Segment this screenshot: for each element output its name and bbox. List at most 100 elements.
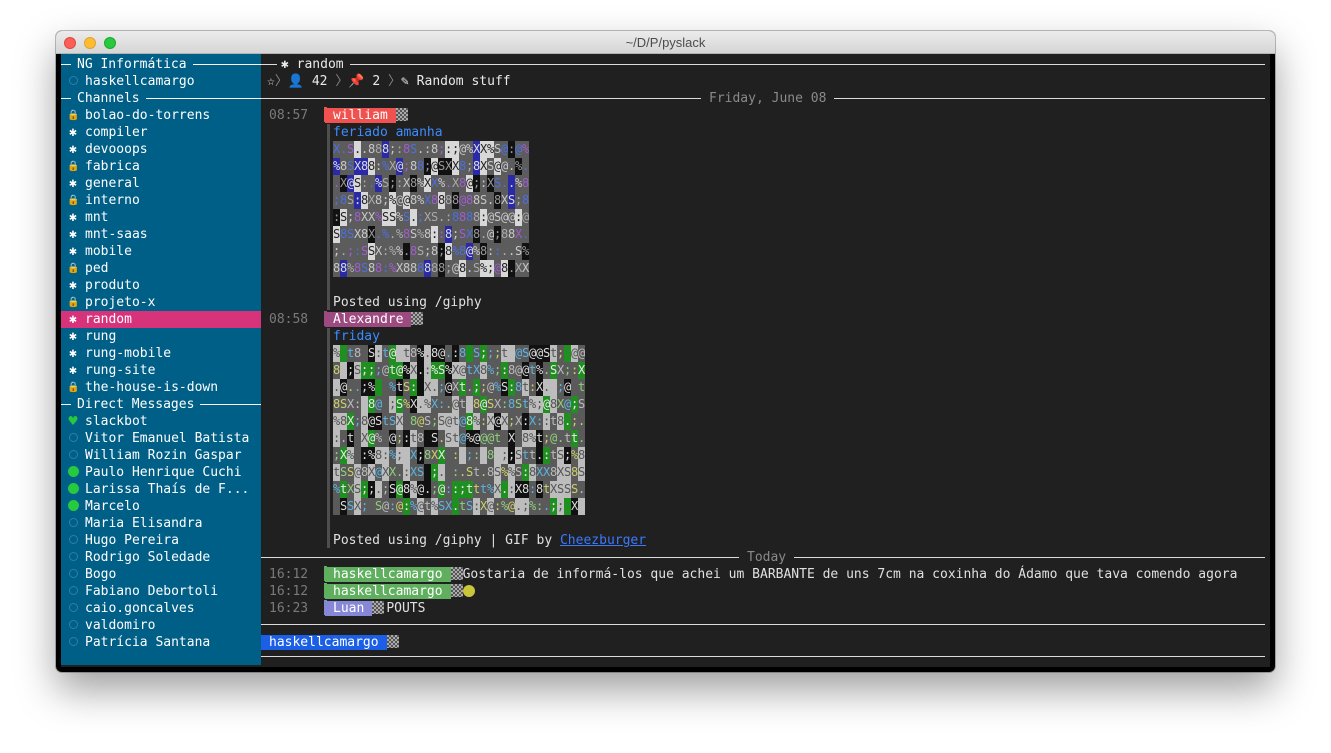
sidebar-item-produto[interactable]: ✱ produto: [61, 277, 261, 294]
channel-title: ✱ random: [277, 56, 350, 73]
dm-item[interactable]: Maria Elisandra: [61, 515, 261, 532]
dm-item[interactable]: Hugo Pereira: [61, 532, 261, 549]
message-author[interactable]: haskellcamargo: [325, 584, 451, 599]
dm-item-label: Larissa Thaís de F...: [85, 482, 250, 497]
dm-header: Direct Messages: [61, 396, 261, 413]
message-time: 16:12: [269, 567, 309, 582]
sidebar-item-bolao-do-torrens[interactable]: 🔒 bolao-do-torrens: [61, 107, 261, 124]
attachment-title[interactable]: feriado amanha: [333, 124, 443, 141]
team-header: NG Informática: [61, 56, 261, 73]
user-icon: 👤: [287, 74, 305, 89]
sidebar-item-mnt-saas[interactable]: ✱ mnt-saas: [61, 226, 261, 243]
dm-item[interactable]: Fabiano Debortoli: [61, 583, 261, 600]
dm-item-label: Patrícia Santana: [85, 635, 211, 650]
sidebar-item-compiler[interactable]: ✱ compiler: [61, 124, 261, 141]
dm-item[interactable]: Larissa Thaís de F...: [61, 481, 261, 498]
dm-item[interactable]: Vitor Emanuel Batista: [61, 430, 261, 447]
message-author-tag[interactable]: william: [325, 107, 408, 124]
gear-icon: ✱: [69, 125, 77, 140]
sidebar-item-rung-mobile[interactable]: ✱ rung-mobile: [61, 345, 261, 362]
presence-icon: [67, 549, 79, 566]
channel-topic: Random stuff: [416, 74, 511, 89]
sidebar-item-mnt[interactable]: ✱ mnt: [61, 209, 261, 226]
gear-icon: ✱: [69, 176, 77, 191]
avatar: [450, 567, 463, 580]
team-name: NG Informática: [71, 56, 193, 73]
input-top-rule: [261, 624, 1265, 625]
gif-source-link[interactable]: Cheezburger: [560, 533, 646, 548]
sidebar-item-label: devooops: [85, 142, 148, 157]
dm-item[interactable]: ♥ slackbot: [61, 413, 261, 430]
sidebar-item-label: rung-mobile: [85, 346, 172, 361]
lock-icon: 🔒: [67, 195, 80, 206]
sidebar-item-mobile[interactable]: ✱ mobile: [61, 243, 261, 260]
message-row: Luan POUTS: [325, 600, 425, 617]
sidebar-item-label: ped: [85, 261, 109, 276]
dm-item-label: Bogo: [85, 567, 117, 582]
sidebar-item-label: mobile: [85, 244, 132, 259]
gear-icon: ✱: [69, 227, 77, 242]
pencil-icon[interactable]: ✎: [401, 74, 409, 89]
sidebar-item-rung-site[interactable]: ✱ rung-site: [61, 362, 261, 379]
sidebar-item-fabrica[interactable]: 🔒 fabrica: [61, 158, 261, 175]
lock-icon: 🔒: [67, 110, 80, 121]
presence-icon: [67, 447, 79, 464]
dm-item[interactable]: valdomiro: [61, 617, 261, 634]
presence-icon: [67, 464, 79, 481]
heart-icon: ♥: [68, 413, 78, 430]
dm-item[interactable]: caio.goncalves: [61, 600, 261, 617]
gear-icon: ✱: [69, 210, 77, 225]
star-icon[interactable]: ☆: [267, 74, 275, 89]
terminal-area: NG Informática haskellcamargo Channels 🔒…: [61, 54, 1270, 667]
gear-icon: ✱: [69, 142, 77, 157]
emoji-icon: [462, 584, 475, 597]
chat-area: ✱ random ☆〉👤 42 〉📌 2 〉✎ Random stuff Fri…: [261, 54, 1270, 665]
message-author[interactable]: haskellcamargo: [325, 567, 451, 582]
channel-header-rule: [261, 64, 1265, 65]
sidebar-item-general[interactable]: ✱ general: [61, 175, 261, 192]
channel-info-bar: ☆〉👤 42 〉📌 2 〉✎ Random stuff: [267, 74, 511, 89]
dm-item[interactable]: Bogo: [61, 566, 261, 583]
gear-icon: ✱: [69, 329, 77, 344]
dm-item-label: caio.goncalves: [85, 601, 195, 616]
sidebar-item-projeto-x[interactable]: 🔒 projeto-x: [61, 294, 261, 311]
presence-icon: [67, 566, 79, 583]
sidebar-item-label: random: [85, 312, 132, 327]
dm-item[interactable]: Paulo Henrique Cuchi: [61, 464, 261, 481]
channels-header: Channels: [61, 90, 261, 107]
sidebar-item-label: interno: [85, 193, 140, 208]
sidebar-item-random[interactable]: ✱ random: [61, 311, 261, 328]
attachment-footer: Posted using /giphy | GIF by Cheezburger: [333, 532, 646, 549]
current-user-name: haskellcamargo: [85, 74, 195, 89]
sidebar-item-the-house-is-down[interactable]: 🔒 the-house-is-down: [61, 379, 261, 396]
input-bottom-rule: [261, 656, 1265, 657]
message-row: haskellcamargo: [325, 583, 475, 600]
message-author-tag[interactable]: Alexandre: [325, 311, 424, 328]
message-input[interactable]: haskellcamargo: [261, 634, 399, 651]
presence-icon: [67, 498, 79, 515]
message-author: william: [325, 108, 396, 123]
title-bar: ~/D/P/pyslack: [56, 31, 1275, 54]
dm-item[interactable]: William Rozin Gaspar: [61, 447, 261, 464]
presence-icon: [67, 532, 79, 549]
current-user[interactable]: haskellcamargo: [61, 73, 261, 90]
sidebar-item-rung[interactable]: ✱ rung: [61, 328, 261, 345]
window-title: ~/D/P/pyslack: [625, 35, 706, 50]
sidebar-item-interno[interactable]: 🔒 interno: [61, 192, 261, 209]
gear-icon: ✱: [69, 278, 77, 293]
presence-icon: [67, 583, 79, 600]
sidebar-item-label: produto: [85, 278, 140, 293]
dm-item[interactable]: Marcelo: [61, 498, 261, 515]
attachment-title[interactable]: friday: [333, 328, 380, 345]
dm-item[interactable]: Rodrigo Soledade: [61, 549, 261, 566]
giphy-ascii-image: % t8 S: t @ t 8%. 8 @.:8 S;;; t @ S @ @ St; @ @8 ; S…: [333, 345, 585, 515]
sidebar-item-label: general: [85, 176, 140, 191]
dm-item[interactable]: Patrícia Santana: [61, 634, 261, 651]
dm-item-label: Maria Elisandra: [85, 516, 203, 531]
pin-icon: 📌: [348, 74, 365, 89]
sidebar-item-ped[interactable]: 🔒 ped: [61, 260, 261, 277]
avatar: [386, 635, 399, 648]
sidebar-item-devooops[interactable]: ✱ devooops: [61, 141, 261, 158]
message-author[interactable]: Luan: [325, 601, 373, 616]
message-time: 08:57: [269, 108, 309, 123]
